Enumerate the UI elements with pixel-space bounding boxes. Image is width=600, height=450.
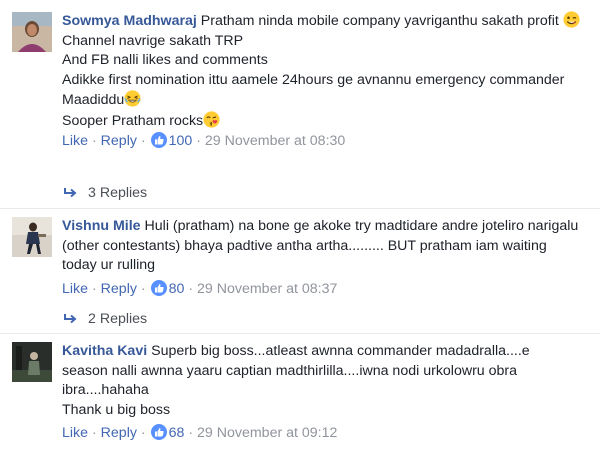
comment-text-line: Huli (pratham) na bone ge akoke try madt… <box>144 218 579 234</box>
comment-item: Kavitha Kavi Superb big boss...atleast a… <box>0 334 600 450</box>
reply-button[interactable]: Reply <box>101 133 137 149</box>
comment-text-line: (other contestants) bhaya padtive antha … <box>62 237 547 254</box>
comment-text-line: Thank u big boss <box>62 401 171 418</box>
person-photo-icon <box>12 12 52 52</box>
like-count[interactable]: 68 <box>169 425 185 441</box>
person-photo-icon <box>12 217 52 257</box>
comment-text-line: Maadiddu <box>62 92 125 108</box>
comment-item: Sowmya Madhwaraj Pratham ninda mobile co… <box>0 0 600 210</box>
kissing-face-emoji-icon <box>203 110 220 128</box>
comment-timestamp[interactable]: 29 November at 08:30 <box>205 133 345 149</box>
avatar[interactable] <box>12 217 52 257</box>
replies-count-label[interactable]: 3 Replies <box>88 185 147 201</box>
avatar[interactable] <box>12 12 52 52</box>
thumbs-up-icon[interactable] <box>150 279 167 296</box>
winking-face-emoji-icon <box>563 11 580 28</box>
like-button[interactable]: Like <box>62 133 88 149</box>
comment-author[interactable]: Vishnu Mile <box>62 218 141 234</box>
comment-text-line: And FB nalli likes and comments <box>62 52 268 68</box>
thumbs-up-icon[interactable] <box>150 424 167 440</box>
comment-text-line: today ur rulling <box>62 257 156 273</box>
avatar[interactable] <box>12 342 52 382</box>
reply-button[interactable]: Reply <box>101 281 137 297</box>
comment-text-line: ibra....hahaha <box>62 382 149 398</box>
comment-text-line: Sooper Pratham rocks <box>62 112 204 129</box>
reply-button[interactable]: Reply <box>101 425 137 441</box>
replies-count-label[interactable]: 2 Replies <box>88 311 147 327</box>
comment-text-line: Channel navrige sakath TRP <box>62 32 244 49</box>
comment-timestamp[interactable]: 29 November at 09:12 <box>197 425 337 441</box>
view-replies-link[interactable]: 2 Replies <box>62 311 147 327</box>
laughing-face-emoji-icon <box>124 90 141 107</box>
comment-text-line: season nalli awnna yaaru captian madthir… <box>62 362 518 379</box>
like-count[interactable]: 100 <box>169 133 193 149</box>
reply-arrow-icon <box>64 314 77 324</box>
reply-arrow-icon <box>64 188 77 198</box>
like-button[interactable]: Like <box>62 425 88 441</box>
comment-author[interactable]: Kavitha Kavi <box>62 343 147 359</box>
comment-text-line: Adikke first nomination ittu aamele 24ho… <box>62 71 565 88</box>
comment-author[interactable]: Sowmya Madhwaraj <box>62 13 197 29</box>
comment-item: Vishnu Mile Huli (pratham) na bone ge ak… <box>0 209 600 334</box>
like-count[interactable]: 80 <box>169 281 185 297</box>
comment-text-line: Superb big boss...atleast awnna commande… <box>151 343 530 359</box>
comment-text-line: Pratham ninda mobile company yavriganthu… <box>200 13 559 29</box>
comment-timestamp[interactable]: 29 November at 08:37 <box>197 281 337 297</box>
person-photo-icon <box>12 342 52 382</box>
like-button[interactable]: Like <box>62 281 88 297</box>
comment-thread: Sowmya Madhwaraj Pratham ninda mobile co… <box>0 0 600 450</box>
view-replies-link[interactable]: 3 Replies <box>62 185 147 201</box>
thumbs-up-icon[interactable] <box>150 132 167 148</box>
